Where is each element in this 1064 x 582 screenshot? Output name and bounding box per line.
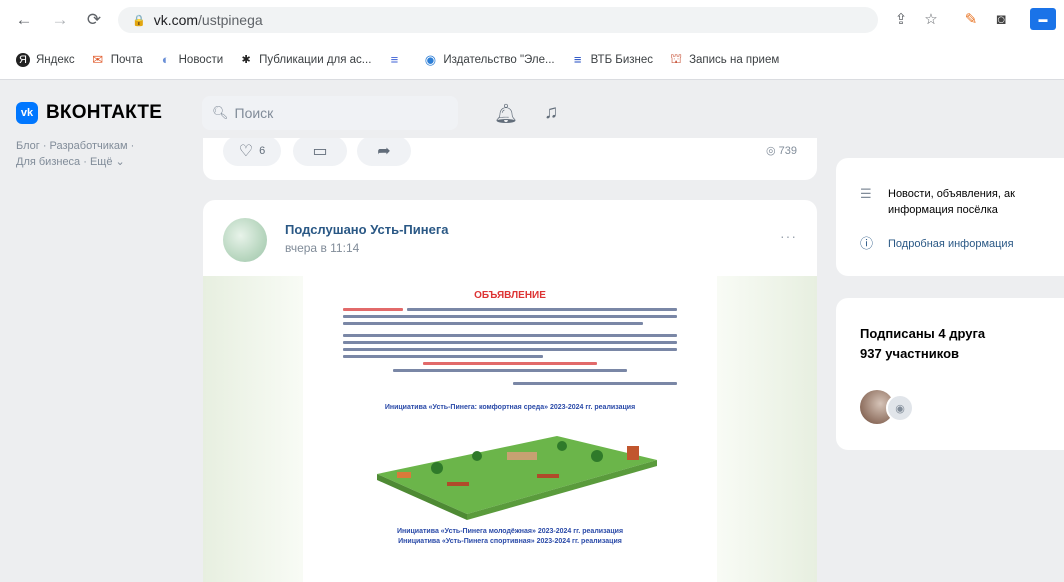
url-host: vk.com (153, 12, 199, 28)
bookmarks-bar: Я Яндекс ✉ Почта ◐ Новости ✱ Публикации … (0, 40, 1064, 80)
left-footer-links: Блог · Разработчикам · Для бизнеса · Ещё… (16, 138, 186, 170)
views-counter: ◎ 739 (765, 145, 797, 157)
vk-header: vk ВКОНТАКТЕ 🔍︎ Поиск 🔔︎ ♫ (0, 80, 1064, 138)
doc-text-line (407, 308, 677, 311)
details-link-row[interactable]: ⓘ Подробная информация (860, 236, 1014, 252)
eye-icon: ◎ (765, 145, 776, 157)
doc-caption-2: Инициатива «Усть-Пинега молодёжная» 2023… (396, 528, 624, 535)
url-path: /ustpinega (198, 12, 263, 28)
bookmark-star-icon[interactable]: ☆ (920, 8, 942, 30)
post-author-name[interactable]: Подслушано Усть-Пинега (285, 222, 448, 237)
doc-text-line (343, 348, 677, 351)
news-icon: ◐ (161, 52, 170, 67)
post-author-avatar[interactable] (223, 218, 267, 262)
yandex-icon: Я (16, 52, 30, 67)
vk-logo[interactable]: vk ВКОНТАКТЕ (16, 102, 162, 124)
doc-caption-1: Инициатива «Усть-Пинега: комфортная сред… (384, 404, 636, 411)
bookmark-mail[interactable]: ✉ Почта (91, 51, 142, 67)
search-placeholder: Поиск (234, 105, 274, 121)
lock-icon: 🔒 (132, 14, 146, 27)
publisher-icon: ◉ (424, 51, 437, 67)
doc-text-line (423, 362, 597, 365)
announcement-document: ОБЪЯВЛЕНИЕ Инициатива «Усть-Пинега: комф… (303, 276, 717, 582)
doc-text-line (343, 334, 677, 337)
reload-icon[interactable]: ⟳ (82, 8, 106, 32)
camera-icon[interactable]: ◉ (886, 394, 914, 422)
like-button[interactable]: ♡ 6 (223, 136, 281, 166)
comment-button[interactable]: ▭ (293, 136, 347, 166)
lines-icon: ≡ (390, 52, 399, 67)
post-time[interactable]: вчера в 11:14 (285, 241, 359, 255)
members-count[interactable]: 937 участников (860, 346, 959, 361)
group-info-card: ☰ Новости, объявления, ак информация пос… (836, 158, 1064, 276)
bookmark-publications[interactable]: ✱ Публикации для ас... (239, 53, 372, 67)
browser-toolbar: ← → ⟳ 🔒 vk.com/ustpinega ⇪ ☆ ✎ ◙ ▬ (0, 0, 1064, 40)
address-bar[interactable]: 🔒 vk.com/ustpinega (118, 7, 878, 33)
doc-text-line (343, 315, 677, 318)
share-icon[interactable]: ⇪ (890, 8, 912, 30)
doc-text-line (343, 341, 677, 344)
doc-caption-3: Инициатива «Усть-Пинега спортивная» 2023… (398, 538, 622, 545)
vk-logo-icon: vk (16, 102, 38, 124)
post-image[interactable]: ОБЪЯВЛЕНИЕ Инициатива «Усть-Пинега: комф… (203, 276, 817, 582)
bookmark-news[interactable]: ◐ Новости (159, 52, 223, 67)
doc-text-line (513, 382, 677, 385)
members-card[interactable]: Подписаны 4 друга 937 участников ◉ (836, 298, 1064, 450)
footer-links-row-1[interactable]: Блог · Разработчикам · (16, 138, 186, 154)
search-icon: 🔍︎ (212, 105, 229, 120)
doc-text-line (343, 355, 543, 358)
bookmark-lines[interactable]: ≡ (387, 52, 407, 67)
more-options-icon[interactable]: ··· (780, 228, 797, 244)
bookmark-yandex[interactable]: Я Яндекс (16, 52, 75, 67)
wall-post: Подслушано Усть-Пинега вчера в 11:14 ···… (203, 200, 817, 582)
description-line-1: Новости, объявления, ак (888, 188, 1015, 200)
mail-icon: ✉ (92, 51, 104, 67)
forward-icon[interactable]: → (48, 8, 72, 32)
details-link[interactable]: Подробная информация (888, 236, 1014, 252)
notifications-bell-icon[interactable]: 🔔︎ (494, 102, 518, 126)
share-arrow-icon: ➦ (377, 143, 391, 160)
description-line-2: информация посёлка (888, 204, 998, 216)
extension-icon[interactable]: ✎ (960, 8, 982, 30)
group-description: ☰ Новости, объявления, ак информация пос… (860, 186, 1015, 218)
like-count: 6 (259, 145, 266, 157)
music-icon[interactable]: ♫ (544, 102, 558, 124)
heart-icon: ♡ (238, 143, 254, 160)
comment-icon: ▭ (312, 143, 328, 160)
back-icon[interactable]: ← (12, 8, 36, 32)
share-button[interactable]: ➦ (357, 136, 411, 166)
publications-icon: ✱ (241, 54, 251, 66)
appointment-icon: ⛫ (670, 50, 683, 66)
description-lines-icon: ☰ (860, 186, 872, 201)
profile-icon[interactable]: ▬ (1030, 8, 1056, 30)
doc-title: ОБЪЯВЛЕНИЕ (474, 290, 546, 301)
info-circle-icon: ⓘ (860, 236, 874, 251)
extension-icon-2[interactable]: ◙ (990, 8, 1012, 30)
vk-logo-text: ВКОНТАКТЕ (46, 102, 163, 123)
friends-subscribed[interactable]: Подписаны 4 друга (860, 326, 985, 341)
vtb-icon: ≡ (573, 52, 582, 67)
bookmark-vtb[interactable]: ≡ ВТБ Бизнес (571, 52, 653, 67)
doc-text-line (343, 308, 403, 311)
bookmark-publisher[interactable]: ◉ Издательство "Эле... (423, 51, 555, 67)
search-input[interactable]: 🔍︎ Поиск (202, 96, 458, 130)
park-illustration (377, 436, 657, 520)
doc-text-line (343, 322, 643, 325)
doc-text-line (393, 369, 627, 372)
footer-links-row-2[interactable]: Для бизнеса · Ещё ⌄ (16, 154, 186, 170)
bookmark-appointment[interactable]: ⛫ Запись на прием (669, 50, 779, 67)
